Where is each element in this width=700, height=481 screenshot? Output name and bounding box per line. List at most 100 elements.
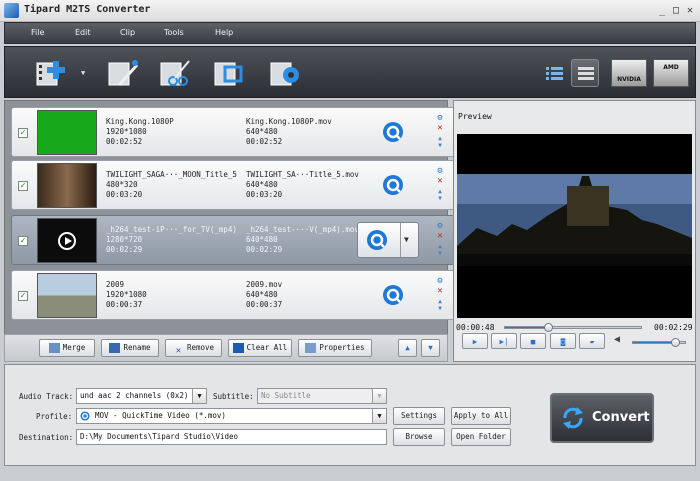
move-down-icon[interactable]: ▼ <box>435 304 445 313</box>
chevron-down-icon[interactable]: ▼ <box>192 389 206 403</box>
open-folder-button[interactable]: Open Folder <box>451 428 511 446</box>
subtitle-label: Subtitle: <box>213 392 254 401</box>
profile-select[interactable]: MOV - QuickTime Video (*.mov) ▼ <box>76 408 387 424</box>
move-down-icon[interactable]: ▼ <box>435 249 445 258</box>
profile-dropdown[interactable]: ▼ <box>357 222 419 258</box>
minimize-button[interactable]: _ <box>655 4 669 17</box>
subtitle-select[interactable]: No Subtitle ▼ <box>257 388 387 404</box>
add-dropdown-icon[interactable]: ▼ <box>81 69 85 77</box>
gear-icon[interactable]: ⚙ <box>435 114 445 123</box>
next-frame-button[interactable]: ▶| <box>491 333 517 349</box>
chevron-down-icon[interactable]: ▼ <box>372 389 386 403</box>
title-bar: Tipard M2TS Converter _ □ ✕ <box>0 0 700 22</box>
quicktime-icon[interactable] <box>382 284 404 306</box>
audio-track-select[interactable]: und aac 2 channels (0x2) ▼ <box>76 388 207 404</box>
file-row[interactable]: ✓ TWILIGHT_SAGA···_MOON_Title_5 480*320 … <box>11 160 455 210</box>
amd-icon[interactable]: AMD <box>653 59 689 87</box>
move-down-button[interactable]: ▼ <box>421 339 440 357</box>
rename-button[interactable]: Rename <box>101 339 159 357</box>
destination-field[interactable]: D:\My Documents\Tipard Studio\Video <box>76 429 387 445</box>
move-down-icon[interactable]: ▼ <box>435 194 445 203</box>
play-button[interactable]: ▶ <box>462 333 488 349</box>
file-row[interactable]: ✓ King.Kong.1080P 1920*1080 00:02:52 Kin… <box>11 107 455 157</box>
file-duration: 00:02:29 <box>106 245 143 254</box>
output-resolution: 640*480 <box>246 290 278 299</box>
quicktime-icon <box>80 411 90 421</box>
chevron-down-icon[interactable]: ▼ <box>404 235 409 244</box>
menu-file[interactable]: File <box>31 28 44 37</box>
output-resolution: 640*480 <box>246 127 278 136</box>
output-name: King.Kong.1080P.mov <box>246 117 332 126</box>
move-up-button[interactable]: ▲ <box>398 339 417 357</box>
gear-icon[interactable]: ⚙ <box>435 167 445 176</box>
file-checkbox[interactable]: ✓ <box>18 291 28 301</box>
crop-icon[interactable] <box>211 55 247 91</box>
merge-label: Merge <box>62 343 86 352</box>
seek-thumb[interactable] <box>544 323 554 332</box>
menu-help[interactable]: Help <box>215 28 233 37</box>
stop-icon: ■ <box>530 337 536 346</box>
menu-tools[interactable]: Tools <box>164 28 184 37</box>
delete-icon[interactable]: ✕ <box>435 177 445 186</box>
edit-effect-icon[interactable] <box>105 55 141 91</box>
file-resolution: 480*320 <box>106 180 138 189</box>
delete-icon[interactable]: ✕ <box>435 232 445 241</box>
detail-view-icon[interactable] <box>571 59 599 87</box>
properties-button[interactable]: Properties <box>298 339 372 357</box>
move-down-icon[interactable]: ▼ <box>435 141 445 150</box>
arrow-down-icon: ▼ <box>428 343 433 352</box>
add-file-icon[interactable] <box>33 55 69 91</box>
maximize-button[interactable]: □ <box>669 4 683 17</box>
settings-button[interactable]: Settings <box>393 407 445 425</box>
list-view-icon[interactable] <box>540 59 568 87</box>
apply-to-all-button[interactable]: Apply to All <box>451 407 511 425</box>
file-checkbox[interactable]: ✓ <box>18 181 28 191</box>
browse-button[interactable]: Browse <box>393 428 445 446</box>
preview-label: Preview <box>458 112 492 121</box>
chevron-down-icon[interactable]: ▼ <box>372 409 386 423</box>
volume-icon[interactable]: ◀ <box>614 334 620 345</box>
file-resolution: 1920*1080 <box>106 127 147 136</box>
gear-icon[interactable]: ⚙ <box>435 222 445 231</box>
delete-icon[interactable]: ✕ <box>435 287 445 296</box>
convert-button[interactable]: Convert <box>550 393 654 443</box>
output-duration: 00:00:37 <box>246 300 283 309</box>
volume-slider[interactable] <box>632 338 686 347</box>
delete-icon[interactable]: ✕ <box>435 124 445 133</box>
file-checkbox[interactable]: ✓ <box>18 236 28 246</box>
nvidia-icon[interactable]: NVIDIA <box>611 59 647 87</box>
folder-icon: ▰ <box>589 337 595 346</box>
file-checkbox[interactable]: ✓ <box>18 128 28 138</box>
merge-button[interactable]: Merge <box>39 339 95 357</box>
open-snapshot-folder-button[interactable]: ▰ <box>579 333 605 349</box>
file-name: 2009 <box>106 280 125 289</box>
total-time: 00:02:29 <box>654 323 693 332</box>
convert-icon <box>563 407 583 429</box>
remove-button[interactable]: ✕ Remove <box>165 339 222 357</box>
file-resolution: 1280*720 <box>106 235 143 244</box>
output-name: 2009.mov <box>246 280 283 289</box>
remove-label: Remove <box>186 343 215 352</box>
preferences-icon[interactable] <box>267 55 303 91</box>
menu-clip[interactable]: Clip <box>120 28 135 37</box>
clip-icon[interactable] <box>157 55 193 91</box>
snapshot-button[interactable]: ◙ <box>550 333 576 349</box>
stop-button[interactable]: ■ <box>520 333 546 349</box>
quicktime-icon[interactable] <box>382 174 404 196</box>
play-icon: ▶ <box>472 337 478 346</box>
remove-icon: ✕ <box>175 346 182 356</box>
app-icon <box>4 3 19 18</box>
quicktime-icon[interactable] <box>382 121 404 143</box>
file-row-selected[interactable]: ✓ _h264_test-iP···_for_TV(_mp4) 1280*720… <box>11 215 455 265</box>
file-row[interactable]: ✓ 2009 1920*1080 00:00:37 2009.mov 640*4… <box>11 270 455 320</box>
seek-bar[interactable] <box>504 323 642 332</box>
gear-icon[interactable]: ⚙ <box>435 277 445 286</box>
rename-icon <box>109 343 121 353</box>
close-button[interactable]: ✕ <box>683 4 697 17</box>
volume-thumb[interactable] <box>671 338 681 347</box>
play-icon[interactable] <box>58 232 76 250</box>
camera-icon: ◙ <box>560 337 566 346</box>
clear-all-button[interactable]: Clear All <box>228 339 292 357</box>
arrow-up-icon: ▲ <box>405 343 410 352</box>
menu-edit[interactable]: Edit <box>75 28 91 37</box>
